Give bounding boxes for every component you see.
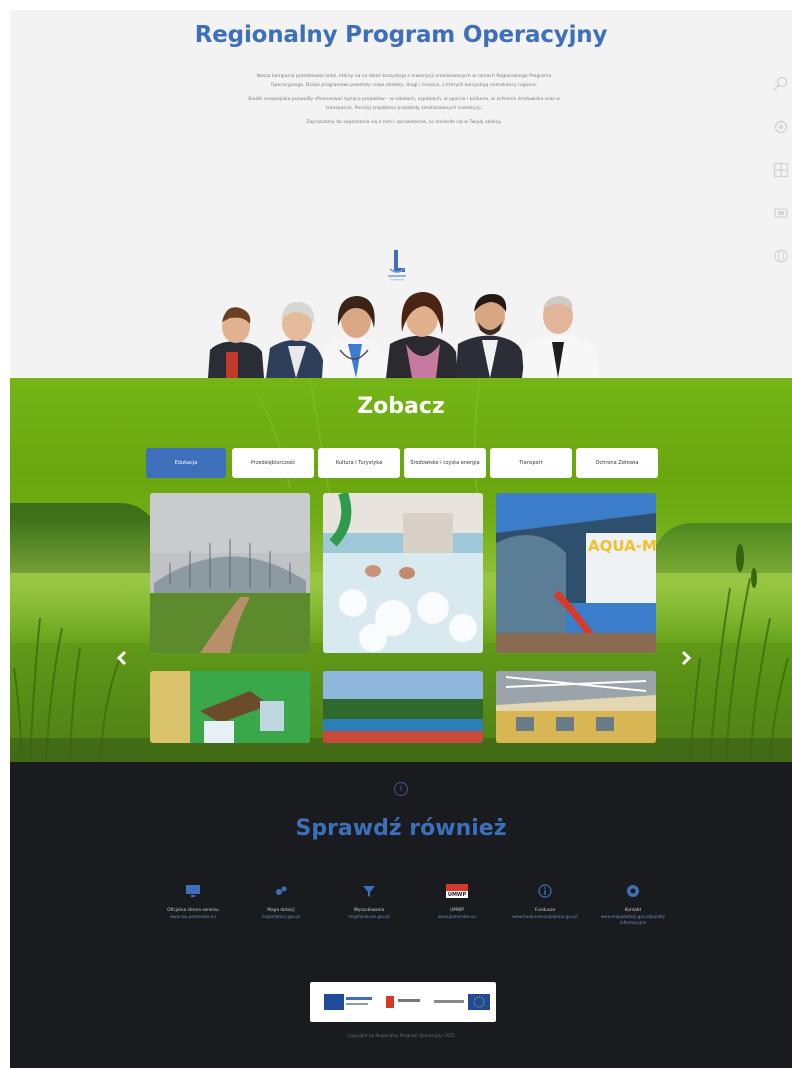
eu-flag-logo (468, 994, 490, 1010)
aqua-sign: AQUA-M (588, 537, 656, 555)
gallery-title: Zobacz (357, 394, 445, 419)
info-icon (502, 884, 588, 902)
monitor-icon (150, 884, 236, 902)
link-official-site[interactable]: Oficjalna strona serwisu www.rpo.pomorsk… (150, 884, 236, 920)
gallery-tile-gym[interactable] (496, 671, 656, 743)
campaign-people-photo (208, 292, 600, 378)
funding-logos (310, 982, 496, 1022)
side-toolbar (770, 76, 792, 291)
umwp-logo: UMWP (414, 884, 500, 902)
link-url: www.pomorskie.eu (438, 914, 476, 919)
link-contact[interactable]: Kontakt www.mapadotacji.gov.pl/punkty in… (590, 884, 676, 926)
tab-przedsiebiorczosc[interactable]: Przedsiębiorczość (232, 448, 314, 478)
link-url: www.mapadotacji.gov.pl/punkty informacyj… (601, 914, 665, 925)
tab-edukacja[interactable]: Edukacja (146, 448, 226, 478)
tab-srodowisko[interactable]: Środowisko i czysta energia (404, 448, 486, 478)
campaign-intro-section: Regionalny Program Operacyjny Nasza kamp… (10, 10, 792, 378)
grid-icon[interactable] (770, 162, 792, 182)
intro-paragraph: Nasza kampania przedstawia ludzi, którzy… (256, 74, 552, 88)
region-crest-logo (386, 996, 394, 1008)
funnel-icon (326, 884, 412, 902)
link-search[interactable]: Wyszukiwarka mojefundusze.gov.pl (326, 884, 412, 920)
gallery-tile-sports-field[interactable] (323, 671, 483, 743)
gallery-tile-sports-hall[interactable] (150, 493, 310, 653)
eu-funds-logo (324, 994, 344, 1010)
chevron-left-icon (116, 650, 127, 666)
link-url: mapadotacji.gov.pl (261, 914, 300, 919)
project-gallery: AQUA-M (150, 493, 656, 762)
gallery-tile-school[interactable] (150, 671, 310, 743)
more-links-section: i Sprawdź również Oficjalna strona serwi… (10, 762, 792, 1068)
prev-slide-button[interactable] (114, 650, 130, 670)
category-tabs: Edukacja Przedsiębiorczość Kultura i Tur… (146, 448, 660, 480)
help-icon (590, 884, 676, 902)
globe-icon[interactable] (770, 248, 792, 268)
more-links-title: Sprawdź również (295, 816, 507, 841)
gallery-tile-aqua-park[interactable]: AQUA-M (496, 493, 656, 653)
copyright-text: Copyright by Regionalny Program Operacyj… (347, 1033, 455, 1038)
chevron-right-icon (681, 650, 692, 666)
share-icon[interactable] (770, 205, 792, 225)
program-logo (388, 250, 406, 281)
tab-ochrona-zdrowia[interactable]: Ochrona Zdrowia (576, 448, 658, 478)
tab-kultura-i-turystyka[interactable]: Kultura i Turystyka (318, 448, 400, 478)
link-map[interactable]: Mapa dotacji mapadotacji.gov.pl (238, 884, 324, 920)
intro-text: Nasza kampania przedstawia ludzi, którzy… (246, 72, 562, 132)
link-url: www.rpo.pomorskie.eu (170, 914, 216, 919)
gallery-tile-indoor-pool[interactable] (323, 493, 483, 653)
intro-paragraph: Zapraszamy do zapoznania się z nimi i sp… (306, 120, 502, 125)
pin-icon (238, 884, 324, 902)
external-links: Oficjalna strona serwisu www.rpo.pomorsk… (150, 884, 670, 954)
link-funds[interactable]: Fundusze www.funduszeeuropejskie.gov.pl (502, 884, 588, 920)
gear-icon[interactable] (770, 119, 792, 139)
search-icon[interactable] (770, 76, 792, 96)
next-slide-button[interactable] (678, 650, 694, 670)
link-umwp[interactable]: UMWP UMWP www.pomorskie.eu (414, 884, 500, 920)
link-url: www.funduszeeuropejskie.gov.pl (512, 914, 578, 919)
tab-transport[interactable]: Transport (490, 448, 572, 478)
gallery-section: Zobacz Edukacja Przedsiębiorczość Kultur… (10, 378, 792, 762)
link-url: mojefundusze.gov.pl (348, 914, 390, 919)
umwp-badge-text: UMWP (448, 892, 467, 898)
intro-paragraph: Środki europejskie pozwoliły sfinansować… (248, 97, 560, 111)
info-icon: i (394, 782, 408, 796)
page-title: Regionalny Program Operacyjny (194, 22, 608, 48)
